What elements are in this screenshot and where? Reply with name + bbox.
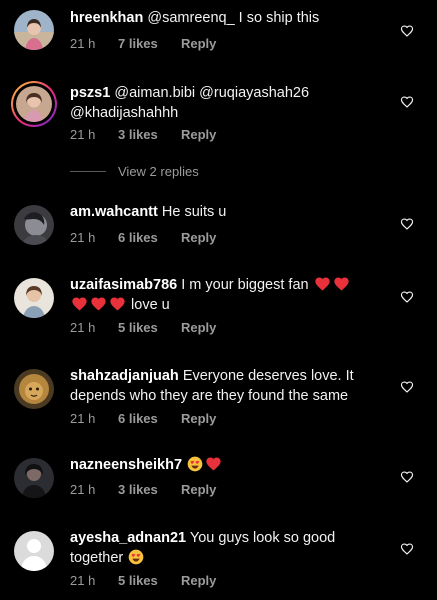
comment-likes[interactable]: 5 likes xyxy=(118,320,181,335)
comment-time: 21 h xyxy=(70,411,96,426)
reply-button[interactable]: Reply xyxy=(181,320,216,335)
comment-likes[interactable]: 6 likes xyxy=(118,411,181,426)
heart-outline-icon[interactable] xyxy=(400,542,414,556)
comment-text: hreenkhan @samreenq_ I so ship this xyxy=(70,8,385,28)
comment-likes[interactable]: 3 likes xyxy=(118,127,181,142)
heart-eyes-emoji xyxy=(187,456,203,472)
comment-likes[interactable]: 3 likes xyxy=(118,482,181,497)
reply-button[interactable]: Reply xyxy=(181,573,216,588)
comment-likes[interactable]: 5 likes xyxy=(118,573,181,588)
avatar[interactable] xyxy=(14,278,54,318)
comment-body-continued: love u xyxy=(131,297,170,313)
comment-time: 21 h xyxy=(70,36,96,51)
comment-meta: 21 h 6 likes Reply xyxy=(70,230,216,245)
heart-outline-icon[interactable] xyxy=(400,24,414,38)
comment-text: nazneensheikh7 xyxy=(70,455,385,475)
comment-text: ayesha_adnan21 You guys look so good tog… xyxy=(70,528,385,568)
reply-button[interactable]: Reply xyxy=(181,127,216,142)
divider xyxy=(70,171,106,172)
avatar[interactable] xyxy=(14,369,54,409)
comment-meta: 21 h 6 likes Reply xyxy=(70,411,216,426)
heart-outline-icon[interactable] xyxy=(400,470,414,484)
comment-username[interactable]: ayesha_adnan21 xyxy=(70,530,186,546)
heart-outline-icon[interactable] xyxy=(400,290,414,304)
view-replies-button[interactable]: View 2 replies xyxy=(70,164,199,179)
avatar[interactable] xyxy=(14,458,54,498)
avatar[interactable] xyxy=(14,10,54,50)
red-heart-emoji xyxy=(205,456,222,471)
reply-button[interactable]: Reply xyxy=(181,230,216,245)
comment-time: 21 h xyxy=(70,320,96,335)
comment-likes[interactable]: 6 likes xyxy=(118,230,181,245)
comment-text: pszs1 @aiman.bibi @ruqiayashah26 @khadij… xyxy=(70,83,385,123)
comment-text: am.wahcantt He suits u xyxy=(70,202,385,222)
comment-body: @samreenq_ I so ship this xyxy=(147,10,320,26)
reply-button[interactable]: Reply xyxy=(181,411,216,426)
red-heart-emoji xyxy=(314,276,331,291)
comment-text: uzaifasimab786 I m your biggest fan love… xyxy=(70,275,385,315)
comment-text: shahzadjanjuah Everyone deserves love. I… xyxy=(70,366,385,406)
comment-time: 21 h xyxy=(70,482,96,497)
comment-meta: 21 h 7 likes Reply xyxy=(70,36,216,51)
avatar[interactable] xyxy=(14,205,54,245)
comment-username[interactable]: nazneensheikh7 xyxy=(70,457,182,473)
heart-outline-icon[interactable] xyxy=(400,217,414,231)
comment-username[interactable]: shahzadjanjuah xyxy=(70,368,179,384)
heart-outline-icon[interactable] xyxy=(400,380,414,394)
red-heart-emoji xyxy=(71,296,88,311)
heart-eyes-emoji xyxy=(128,549,144,565)
comment-body: I m your biggest fan xyxy=(181,277,309,293)
red-heart-emoji xyxy=(109,296,126,311)
comment-meta: 21 h 5 likes Reply xyxy=(70,320,216,335)
red-heart-emoji xyxy=(333,276,350,291)
comment-meta: 21 h 3 likes Reply xyxy=(70,127,216,142)
comment-meta: 21 h 3 likes Reply xyxy=(70,482,216,497)
comment-meta: 21 h 5 likes Reply xyxy=(70,573,216,588)
comment-likes[interactable]: 7 likes xyxy=(118,36,181,51)
heart-outline-icon[interactable] xyxy=(400,95,414,109)
comment-time: 21 h xyxy=(70,573,96,588)
comment-time: 21 h xyxy=(70,127,96,142)
comment-username[interactable]: uzaifasimab786 xyxy=(70,277,177,293)
comment-username[interactable]: am.wahcantt xyxy=(70,204,158,220)
view-replies-label[interactable]: View 2 replies xyxy=(118,164,199,179)
comment-username[interactable]: pszs1 xyxy=(70,85,110,101)
red-heart-emoji xyxy=(90,296,107,311)
comment-username[interactable]: hreenkhan xyxy=(70,10,143,26)
avatar[interactable] xyxy=(11,81,57,127)
reply-button[interactable]: Reply xyxy=(181,482,216,497)
avatar[interactable] xyxy=(14,531,54,571)
reply-button[interactable]: Reply xyxy=(181,36,216,51)
comment-time: 21 h xyxy=(70,230,96,245)
comment-body: He suits u xyxy=(161,204,227,220)
